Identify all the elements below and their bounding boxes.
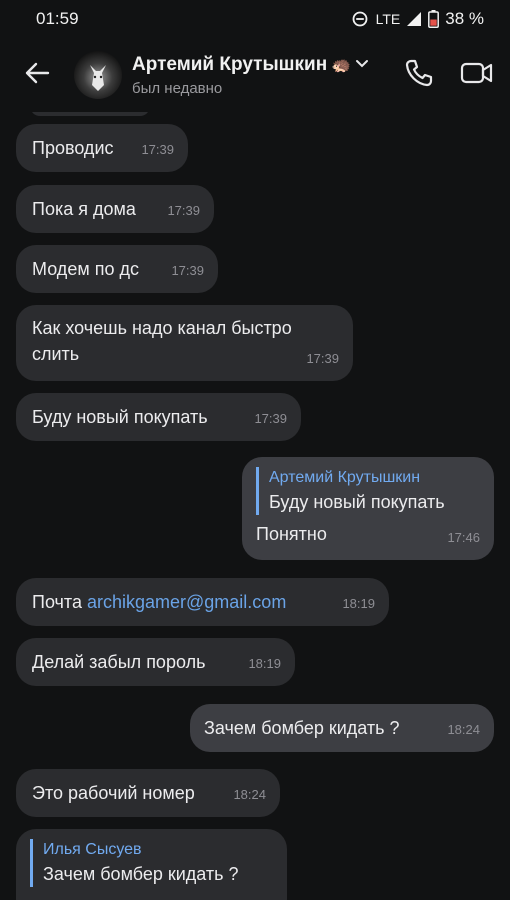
contact-info[interactable]: Артемий Крутышкин 🦔 был недавно: [132, 54, 404, 97]
message-bubble[interactable]: Как хочешь надо канал быстро слить 17:39: [16, 305, 353, 381]
back-arrow-icon: [24, 61, 50, 90]
video-camera-icon: [460, 62, 494, 90]
status-time: 01:59: [36, 9, 79, 28]
battery-percent: 38 %: [445, 9, 484, 28]
message-time: 17:46: [447, 530, 480, 545]
message-time: 18:19: [342, 596, 375, 611]
network-type: LTE: [375, 11, 401, 27]
message-bubble[interactable]: Модем по дс 17:39: [16, 245, 218, 293]
message-text: Проводис: [32, 138, 114, 158]
message-time: 18:24: [233, 787, 266, 802]
message-time: 17:39: [306, 351, 339, 366]
message-bubble[interactable]: Буду новый покупать 17:39: [16, 393, 301, 441]
phone-icon: [404, 59, 434, 92]
status-bar: 01:59 LTE 38 %: [0, 0, 510, 38]
message-text: Буду новый покупать: [32, 407, 208, 427]
message-bubble[interactable]: Делай забыл пороль 18:19: [16, 638, 295, 686]
message-text-line: Как хочешь надо канал быстро: [32, 318, 292, 338]
message-list[interactable]: Проводис 17:39 Пока я дома 17:39 Модем п…: [0, 112, 510, 900]
message-bubble[interactable]: Проводис 17:39: [16, 124, 188, 172]
message-text-prefix: Почта: [32, 592, 87, 612]
message-text: Пока я дома: [32, 199, 136, 219]
message-time: 17:39: [254, 411, 287, 426]
signal-icon: [406, 11, 422, 27]
status-icons: LTE 38 %: [352, 9, 484, 29]
message-time: 17:39: [167, 203, 200, 218]
back-button[interactable]: [0, 38, 74, 112]
contact-status: был недавно: [132, 79, 223, 97]
message-time: 17:39: [141, 142, 174, 157]
battery-icon: [428, 10, 440, 28]
message-bubble[interactable]: Это рабочий номер 18:24: [16, 769, 280, 817]
reply-author: Илья Сысуев: [43, 841, 142, 858]
reply-text: Буду новый покупать: [269, 492, 445, 512]
message-time: 18:24: [447, 722, 480, 737]
chat-header: Артемий Крутышкин 🦔 был недавно: [0, 38, 510, 112]
reply-text: Зачем бомбер кидать ?: [43, 864, 239, 884]
message-text: Модем по дс: [32, 259, 139, 279]
message-bubble[interactable]: Почта archikgamer@gmail.com 18:19: [16, 578, 389, 626]
message-text: Делай забыл пороль: [32, 652, 206, 672]
avatar[interactable]: [74, 51, 122, 99]
do-not-disturb-icon: [352, 11, 368, 27]
message-text: Понятно: [256, 524, 327, 544]
contact-name: Артемий Крутышкин: [132, 53, 328, 75]
reply-author: Артемий Крутышкин: [269, 469, 421, 486]
message-time: 18:19: [248, 656, 281, 671]
reply-preview[interactable]: Артемий Крутышкин Буду новый покупать: [256, 467, 480, 515]
message-bubble[interactable]: Илья Сысуев Зачем бомбер кидать ?: [16, 829, 287, 900]
message-time: 17:39: [171, 263, 204, 278]
contact-emoji: 🦔: [331, 56, 352, 74]
chevron-down-icon[interactable]: [355, 56, 369, 74]
call-button[interactable]: [404, 58, 434, 93]
message-bubble-outgoing[interactable]: Зачем бомбер кидать ? 18:24: [190, 704, 494, 752]
video-call-button[interactable]: [460, 60, 494, 91]
message-text: Это рабочий номер: [32, 783, 195, 803]
message-text: Зачем бомбер кидать ?: [204, 718, 400, 738]
email-link[interactable]: archikgamer@gmail.com: [87, 592, 286, 612]
message-text-line: слить: [32, 344, 80, 364]
message-bubble-outgoing[interactable]: Артемий Крутышкин Буду новый покупать По…: [242, 457, 494, 560]
message-bubble[interactable]: Пока я дома 17:39: [16, 185, 214, 233]
previous-message-fragment: [30, 112, 150, 116]
reply-preview[interactable]: Илья Сысуев Зачем бомбер кидать ?: [30, 839, 273, 887]
